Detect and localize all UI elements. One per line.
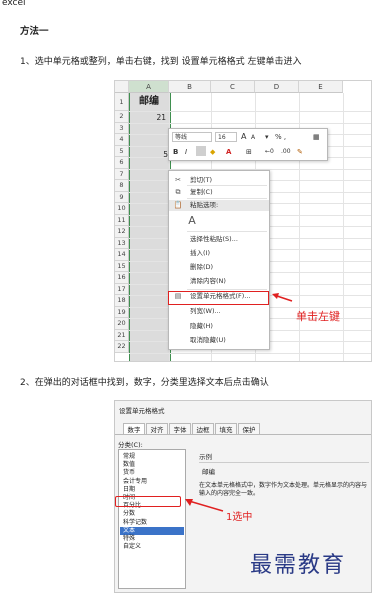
- bold-button[interactable]: B: [173, 147, 178, 157]
- row-header[interactable]: 19: [115, 306, 129, 318]
- row-header[interactable]: 14: [115, 249, 129, 261]
- row-header[interactable]: 10: [115, 203, 129, 215]
- row-header[interactable]: 6: [115, 157, 129, 169]
- context-menu: ✂ 剪切(T) ⧉ 复制(C) 📋 粘贴选项: A 选择性粘贴(S)... 插入(I) 删除(D)…: [168, 170, 270, 350]
- merge-icon[interactable]: ▦: [313, 132, 320, 142]
- row-header[interactable]: 8: [115, 180, 129, 192]
- row-header[interactable]: 3: [115, 122, 129, 134]
- watermark: 最需教育: [250, 553, 347, 578]
- context-menu-item[interactable]: 隐藏(H): [169, 321, 269, 332]
- row-header[interactable]: 5: [115, 145, 129, 157]
- align-center-icon[interactable]: [196, 146, 206, 156]
- fill-color-icon[interactable]: ◆: [210, 147, 215, 157]
- row-header[interactable]: 18: [115, 295, 129, 307]
- category-item[interactable]: 会计专用: [123, 478, 147, 486]
- row-header[interactable]: 22: [115, 341, 129, 353]
- italic-button[interactable]: I: [185, 147, 187, 157]
- context-menu-item[interactable]: 取消隐藏(U): [169, 335, 269, 346]
- column-header-c[interactable]: C: [211, 81, 255, 93]
- decimal-decrease-icon[interactable]: .00: [281, 147, 291, 157]
- decimal-icon[interactable]: ←0: [265, 147, 274, 157]
- shrink-font-icon[interactable]: A: [251, 133, 255, 143]
- top-text: excel: [2, 0, 26, 8]
- category-item[interactable]: 常规: [123, 453, 135, 461]
- category-item[interactable]: 日期: [123, 486, 135, 494]
- step-2-text: 2、在弹出的对话框中找到，数字，分类里选择文本后点击确认: [20, 378, 269, 388]
- category-item[interactable]: 文本: [120, 526, 184, 535]
- row-header[interactable]: 1: [115, 93, 129, 111]
- grow-font-icon[interactable]: A: [241, 132, 246, 142]
- cell-a1[interactable]: 邮编: [130, 94, 168, 110]
- sample-label: 示例: [199, 453, 212, 461]
- context-menu-item[interactable]: 选择性粘贴(S)...: [169, 234, 269, 245]
- corner-cell[interactable]: [115, 81, 129, 93]
- category-item[interactable]: 货币: [123, 469, 135, 477]
- category-item[interactable]: 数值: [123, 461, 135, 469]
- context-menu-label: 删除(D): [190, 263, 214, 271]
- context-menu-item[interactable]: 📋 粘贴选项:: [169, 200, 269, 211]
- format-painter-icon[interactable]: ✎: [297, 147, 303, 157]
- row-header[interactable]: 15: [115, 260, 129, 272]
- paste-icon: 📋: [173, 201, 183, 209]
- context-menu-item[interactable]: ⧉ 复制(C): [169, 187, 269, 198]
- row-header[interactable]: 17: [115, 283, 129, 295]
- column-header-b[interactable]: B: [169, 81, 211, 93]
- font-name-select[interactable]: 等线: [172, 132, 212, 142]
- border-icon[interactable]: ⊞: [246, 147, 252, 157]
- category-description: 在文本单元格格式中，数字作为文本处理。单元格显示的内容与输入的内容完全一致。: [199, 482, 368, 497]
- context-menu-item[interactable]: 清除内容(N): [169, 276, 269, 287]
- arrow-icon: [272, 293, 293, 302]
- click-annotation: 单击左键: [296, 310, 340, 323]
- paste-text-icon: A: [188, 214, 196, 227]
- row-header[interactable]: 4: [115, 134, 129, 146]
- scissors-icon: ✂: [175, 176, 181, 184]
- column-header-d[interactable]: D: [255, 81, 299, 93]
- sample-value: 邮编: [202, 468, 215, 476]
- category-list[interactable]: 常规 数值 货币 会计专用 日期 时间 百分比 分数 科学记数 文本 特殊 自定义: [118, 449, 186, 589]
- row-header[interactable]: 7: [115, 168, 129, 180]
- row-header[interactable]: 9: [115, 191, 129, 203]
- category-label: 分类(C):: [118, 441, 143, 449]
- copy-icon: ⧉: [175, 188, 181, 196]
- dialog-title: 设置单元格格式: [119, 407, 165, 415]
- format-cells-highlight: [168, 291, 269, 305]
- row-header[interactable]: 12: [115, 226, 129, 238]
- context-menu-label: 复制(C): [190, 188, 213, 196]
- row-header[interactable]: 21: [115, 329, 129, 341]
- column-header-a[interactable]: A: [129, 81, 169, 93]
- context-menu-label: 取消隐藏(U): [190, 336, 226, 344]
- column-header-e[interactable]: E: [299, 81, 343, 93]
- context-menu-item[interactable]: 插入(I): [169, 248, 269, 259]
- currency-icon[interactable]: ▾: [265, 132, 269, 142]
- category-item[interactable]: 特殊: [123, 535, 135, 543]
- step-1-text: 1、选中单元格或整列，单击右键，找到 设置单元格格式 左键单击进入: [20, 57, 302, 67]
- select-annotation: 1选中: [226, 512, 253, 523]
- arrow-icon: [185, 499, 224, 512]
- cell-a5[interactable]: 5: [130, 150, 168, 159]
- cell-a2[interactable]: 21: [130, 113, 166, 122]
- row-header[interactable]: 2: [115, 111, 129, 123]
- context-menu-label: 插入(I): [190, 249, 210, 257]
- context-menu-item[interactable]: 删除(D): [169, 262, 269, 273]
- section-heading: 方法一: [20, 26, 49, 37]
- context-menu-label: 清除内容(N): [190, 277, 226, 285]
- context-menu-label: 列宽(W)...: [190, 307, 221, 315]
- font-color-icon[interactable]: A: [226, 147, 231, 157]
- mini-toolbar: 等线 16 A A ▾ % , ▦ B I ◆ A ⊞ ←0 .00 ✎: [168, 128, 328, 161]
- percent-icon[interactable]: % ,: [275, 132, 286, 142]
- context-menu-label: 粘贴选项:: [190, 201, 219, 209]
- category-item[interactable]: 自定义: [123, 543, 141, 551]
- row-header[interactable]: 16: [115, 272, 129, 284]
- font-size-select[interactable]: 16: [215, 132, 237, 142]
- row-header[interactable]: 13: [115, 237, 129, 249]
- category-item[interactable]: 分数: [123, 510, 135, 518]
- context-menu-item[interactable]: A: [169, 213, 269, 227]
- row-header[interactable]: 11: [115, 214, 129, 226]
- context-menu-label: 选择性粘贴(S)...: [190, 235, 238, 243]
- category-item[interactable]: 科学记数: [123, 519, 147, 527]
- context-menu-label: 隐藏(H): [190, 322, 213, 330]
- text-category-highlight: [115, 496, 181, 507]
- context-menu-item[interactable]: 列宽(W)...: [169, 306, 269, 317]
- row-header[interactable]: 20: [115, 318, 129, 330]
